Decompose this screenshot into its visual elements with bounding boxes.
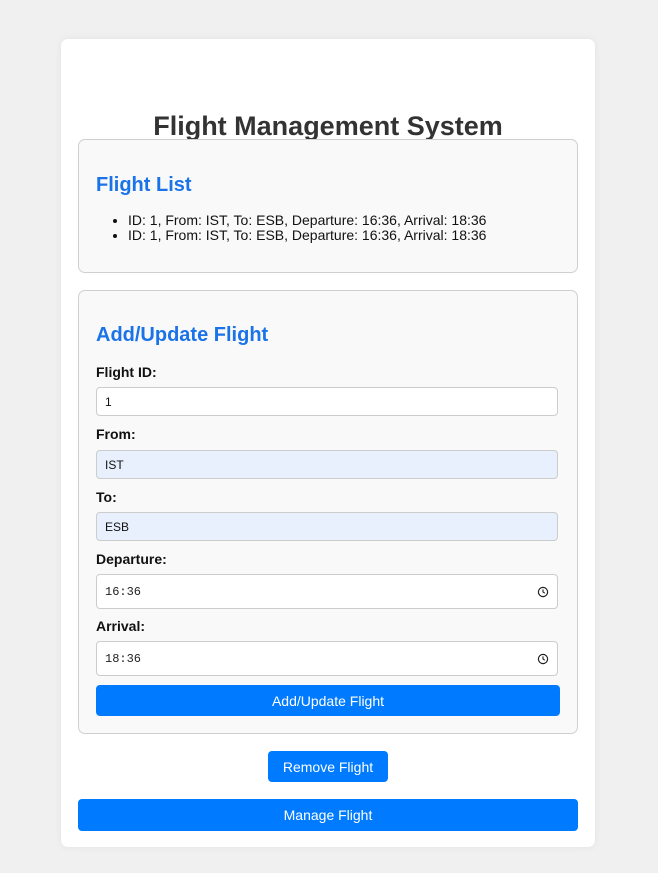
clock-icon[interactable]	[537, 653, 549, 665]
flight-id-field[interactable]	[96, 387, 558, 416]
arrival-time-field[interactable]: 18:36	[96, 641, 558, 676]
form-heading: Add/Update Flight	[96, 324, 269, 346]
manage-flight-button[interactable]: Manage Flight	[78, 799, 578, 831]
clock-icon[interactable]	[537, 586, 549, 598]
departure-time-field[interactable]: 16:36	[96, 574, 558, 609]
arrival-time-value: 18:36	[105, 651, 142, 666]
flight-list-heading: Flight List	[96, 174, 192, 196]
page-title: Flight Management System	[153, 111, 503, 141]
remove-flight-button[interactable]: Remove Flight	[268, 751, 388, 782]
list-item: ID: 1, From: IST, To: ESB, Departure: 16…	[128, 213, 486, 228]
flight-id-label: Flight ID:	[96, 364, 157, 380]
departure-label: Departure:	[96, 551, 167, 567]
to-label: To:	[96, 489, 117, 505]
arrival-label: Arrival:	[96, 618, 146, 634]
flight-list: ID: 1, From: IST, To: ESB, Departure: 16…	[96, 213, 486, 243]
departure-time-value: 16:36	[105, 584, 142, 599]
flight-list-panel: Flight List ID: 1, From: IST, To: ESB, D…	[78, 139, 578, 273]
from-label: From:	[96, 426, 136, 442]
add-update-panel: Add/Update Flight Flight ID: From: To: D…	[78, 290, 578, 734]
add-update-flight-button[interactable]: Add/Update Flight	[96, 685, 560, 716]
to-field[interactable]	[96, 512, 558, 541]
from-field[interactable]	[96, 450, 558, 479]
list-item: ID: 1, From: IST, To: ESB, Departure: 16…	[128, 228, 486, 243]
